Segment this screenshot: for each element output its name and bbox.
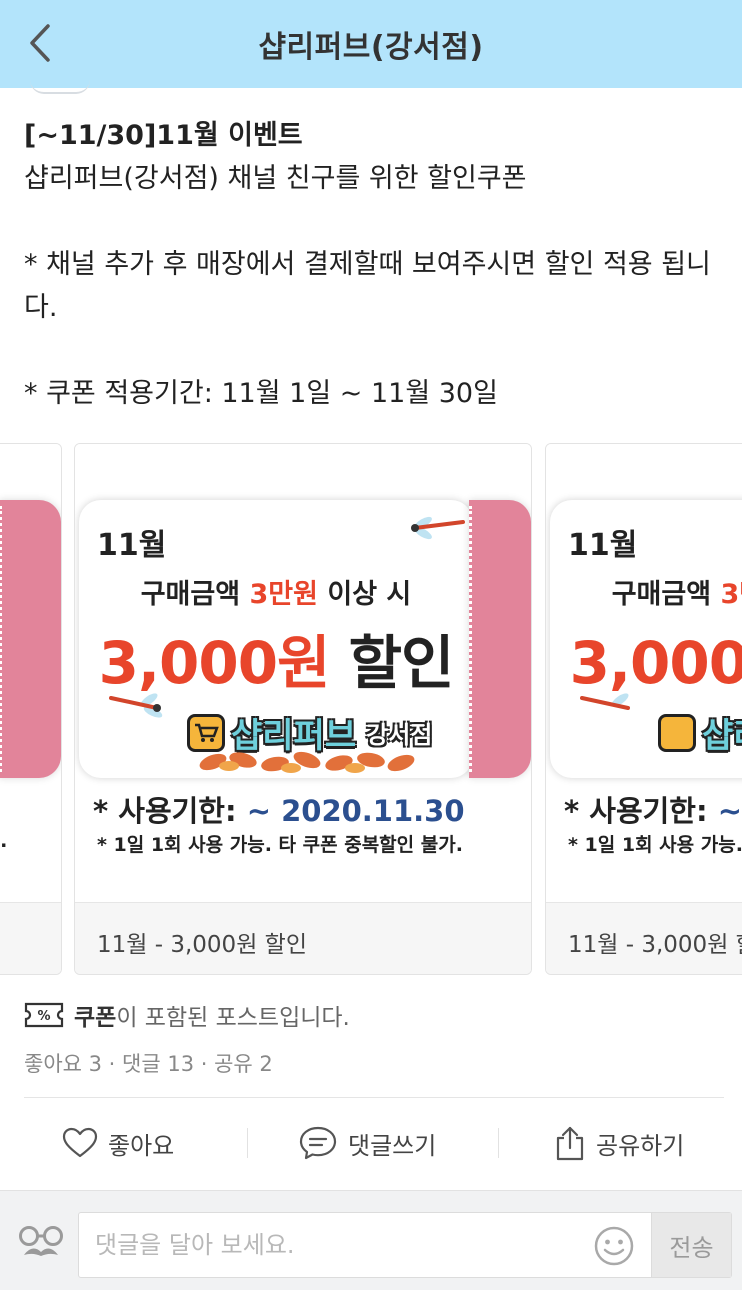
back-button[interactable] (22, 18, 62, 68)
coupon-expiry: * 사용기한: ~ 2020.11.30 (93, 794, 465, 828)
coupon-amount: 3,000원 할인 (98, 629, 455, 697)
coupon-caption: 11월 - 3,000원 할인 (75, 902, 531, 974)
coupon-card[interactable]: t. (0, 443, 62, 975)
post-stats[interactable]: 좋아요 3 · 댓글 13 · 공유 2 (24, 1048, 273, 1078)
coupon-carousel[interactable]: t. 11월 구매금액 3만원 이상 시 3,000원 할인 (0, 443, 742, 977)
coupon-image: 11월 구매금액 3만원 이상 시 3,000원 할인 샵리퍼브 * 사용기한:… (546, 444, 742, 902)
autumn-leaves-icon (199, 751, 415, 773)
coupon-expiry: * 사용기한: ~ 2020.11.30 (564, 794, 742, 828)
coupon-month: 11월 (568, 528, 638, 563)
profile-face-icon[interactable] (18, 1225, 64, 1261)
post-line: * 쿠폰 적용기간: 11월 1일 ~ 11월 30일 (24, 378, 498, 409)
comment-button[interactable]: 댓글쓰기 (298, 1110, 436, 1176)
heart-icon (62, 1127, 98, 1158)
coupon-condition: 구매금액 3만원 이상 시 (140, 579, 412, 610)
coupon-notice: % 쿠폰 이 포함된 포스트입니다. (24, 998, 350, 1032)
top-bar: 샵리퍼브(강서점) (0, 0, 742, 88)
coupon-amount: 3,000원 할인 (569, 629, 742, 697)
coupon-card[interactable]: 11월 구매금액 3만원 이상 시 3,000원 할인 샵리퍼브 * 사용기한:… (545, 443, 742, 975)
coupon-condition: 구매금액 3만원 이상 시 (611, 579, 742, 610)
share-label: 공유하기 (596, 1131, 685, 1160)
coupon-month: 11월 (97, 528, 167, 563)
coupon-card[interactable]: 11월 구매금액 3만원 이상 시 3,000원 할인 샵리퍼브 강서점 * 사… (74, 443, 532, 975)
dragonfly-icon (411, 516, 465, 540)
post-actions: 좋아요 댓글쓰기 공유하기 (0, 1110, 742, 1180)
share-button[interactable]: 공유하기 (554, 1110, 684, 1176)
post-line: 샵리퍼브(강서점) 채널 친구를 위한 할인쿠폰 (24, 163, 527, 194)
post-line: * 채널 추가 후 매장에서 결제할때 보여주시면 할인 적용 됩니다. (24, 249, 711, 323)
send-button[interactable]: 전송 (651, 1213, 731, 1277)
coupon-usage-note: * 1일 1회 사용 가능. 타 쿠폰 중복할인 불가. (568, 834, 742, 856)
coupon-caption: 11월 - 3,000원 할인 (546, 902, 742, 974)
coupon-image: t. (0, 444, 61, 902)
cart-icon (658, 713, 696, 752)
share-icon (556, 1126, 584, 1161)
divider (498, 1128, 499, 1158)
coupon-notice-bold: 쿠폰 (74, 1005, 117, 1031)
divider (24, 1097, 724, 1098)
dragonfly-icon (109, 693, 163, 718)
coupon-caption (0, 902, 61, 974)
coupon-ticket: 11월 구매금액 3만원 이상 시 3,000원 할인 샵리퍼브 (550, 500, 742, 778)
avatar[interactable] (30, 80, 90, 94)
like-button[interactable]: 좋아요 (62, 1110, 174, 1176)
coupon-usage-note: * 1일 1회 사용 가능. 타 쿠폰 중복할인 불가. (97, 834, 463, 856)
comment-bar: 전송 (0, 1190, 742, 1290)
coupon-note-tail: t. (0, 830, 8, 852)
divider (247, 1128, 248, 1158)
chevron-left-icon (30, 24, 50, 62)
svg-text:%: % (37, 1009, 50, 1024)
coupon-notice-text: 이 포함된 포스트입니다. (116, 1005, 350, 1031)
brand-name: 샵리퍼브 (702, 716, 742, 756)
coupon-icon: % (24, 1002, 64, 1028)
emoji-icon[interactable] (593, 1225, 635, 1267)
comment-label: 댓글쓰기 (348, 1131, 437, 1160)
post-title: [~11/30]11월 이벤트 (24, 120, 303, 151)
like-label: 좋아요 (108, 1131, 175, 1160)
speech-bubble-icon (299, 1126, 337, 1160)
coupon-ticket: 11월 구매금액 3만원 이상 시 3,000원 할인 샵리퍼브 강서점 (79, 500, 531, 778)
comment-input[interactable] (79, 1213, 589, 1277)
post-body: [~11/30]11월 이벤트 샵리퍼브(강서점) 채널 친구를 위한 할인쿠폰… (24, 114, 724, 415)
coupon-image: 11월 구매금액 3만원 이상 시 3,000원 할인 샵리퍼브 강서점 * 사… (75, 444, 531, 902)
page-title: 샵리퍼브(강서점) (258, 30, 484, 65)
dragonfly-icon (580, 693, 630, 710)
brand-logo: 샵리퍼브 (658, 708, 742, 757)
comment-box: 전송 (78, 1212, 732, 1278)
